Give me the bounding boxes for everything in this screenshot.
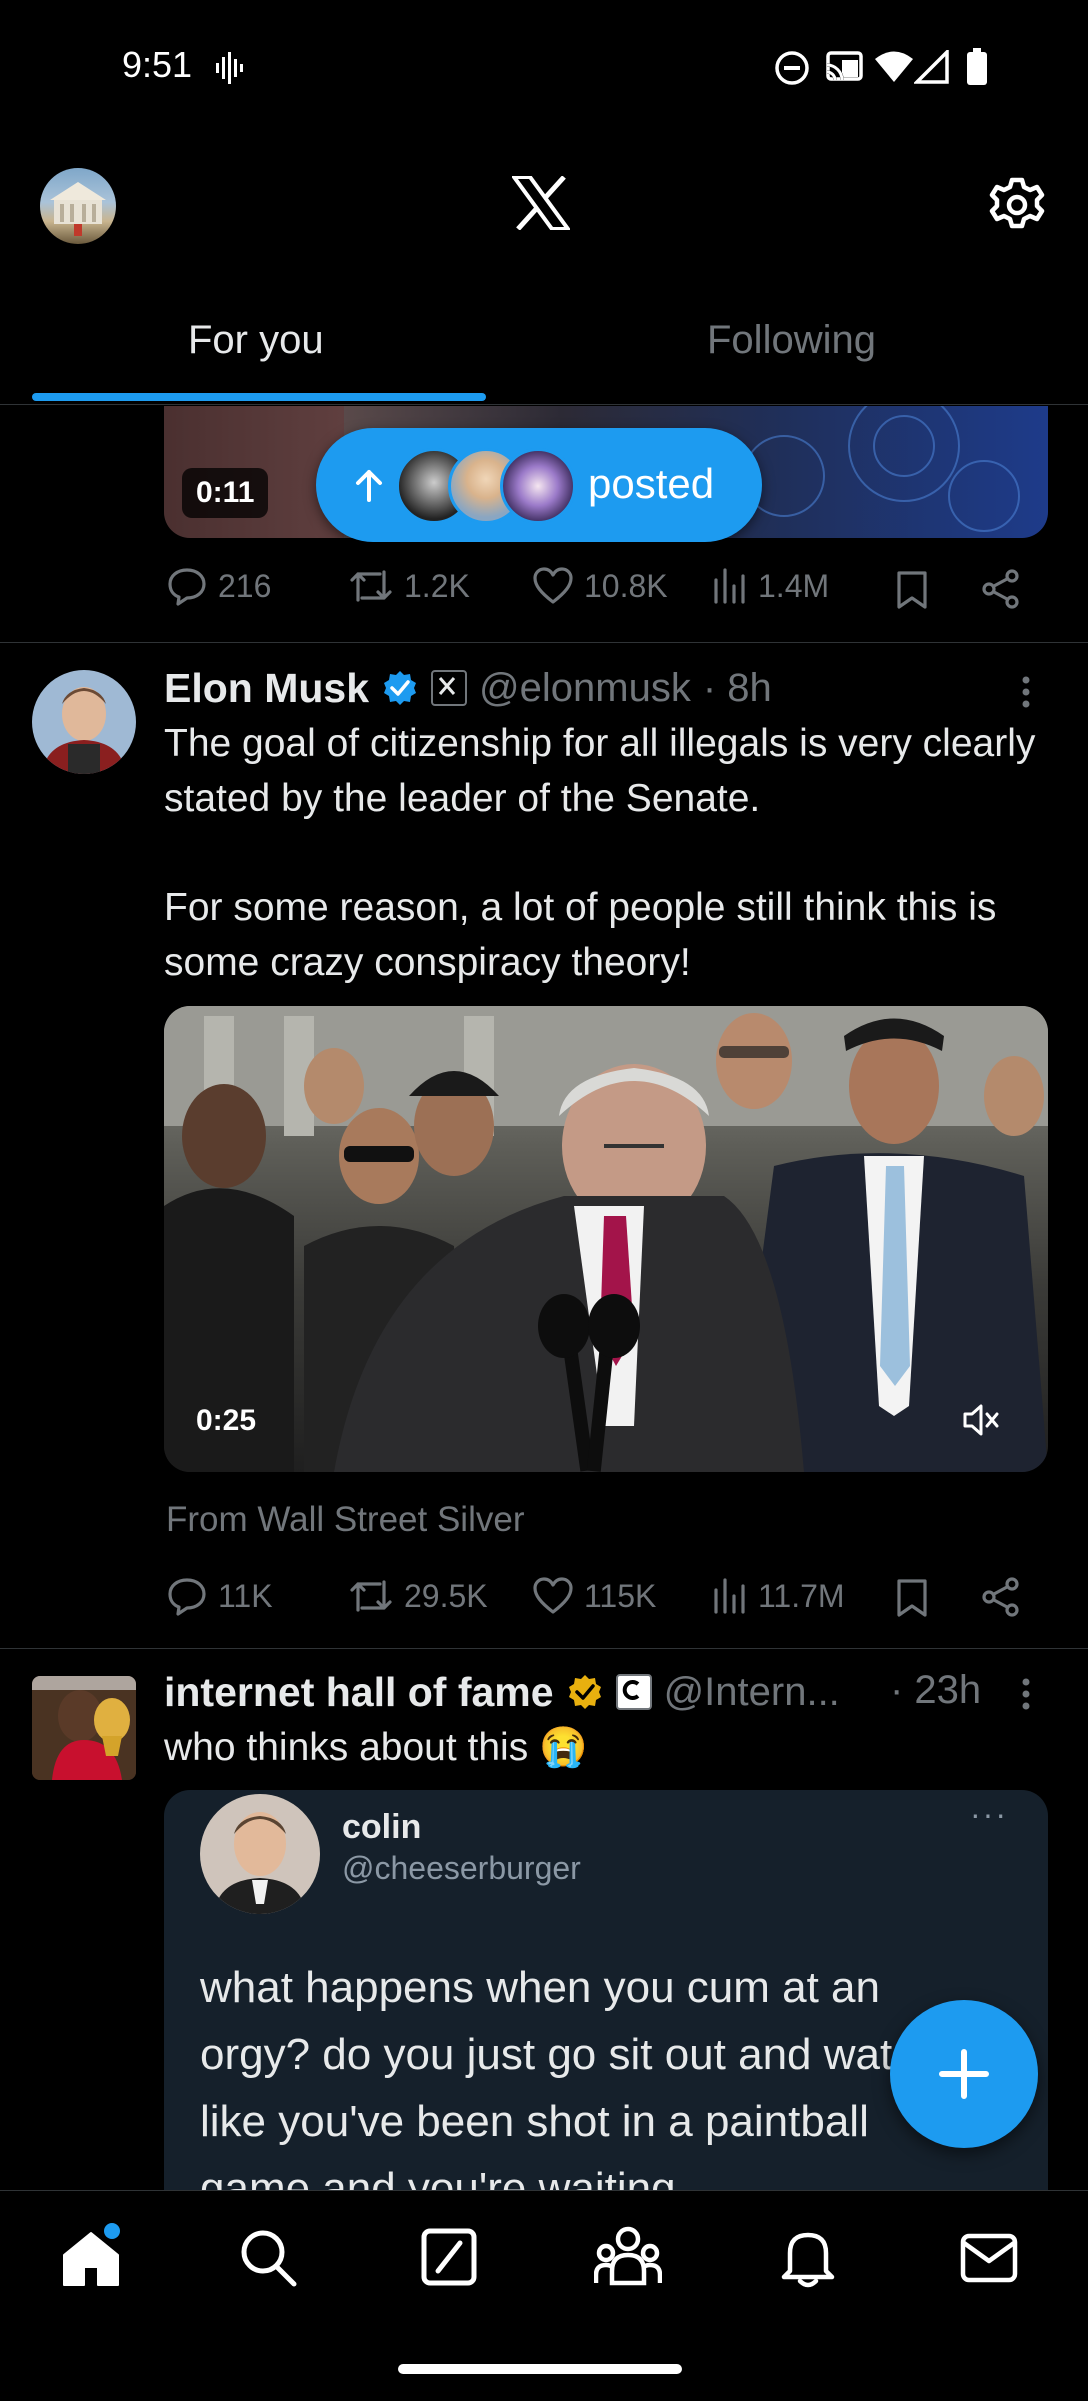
tweet1-share-icon[interactable]	[980, 568, 1022, 610]
views-chart-icon	[714, 1578, 745, 1614]
tweet2-views[interactable]: 11.7M	[712, 1576, 845, 1616]
tweet2-text-paragraph-2: For some reason, a lot of people still t…	[164, 886, 997, 984]
tweet2-bookmark-icon[interactable]	[895, 1578, 929, 1618]
x-affiliate-badge-icon	[431, 670, 468, 706]
heart-icon	[533, 1577, 573, 1614]
tweet1-reply-button[interactable]: 216	[166, 566, 271, 606]
profile-avatar[interactable]	[40, 168, 116, 244]
cell-signal-icon	[914, 50, 950, 84]
tweet2-repost-count: 29.5K	[404, 1577, 488, 1614]
gesture-navigation-handle[interactable]	[398, 2364, 682, 2374]
tweet-divider	[0, 642, 1088, 643]
nav-communities-icon[interactable]	[594, 2225, 662, 2289]
tweet2-video-duration: 0:25	[196, 1404, 257, 1437]
tweet2-reply-button[interactable]: 11K	[166, 1576, 273, 1616]
repost-icon	[350, 1580, 392, 1612]
settings-gear-icon[interactable]	[988, 176, 1046, 234]
home-notification-dot	[104, 2223, 120, 2239]
embed-tweet-text: what happens when you cum at an orgy? do…	[200, 1963, 939, 2190]
tweet1-video-duration: 0:11	[182, 468, 269, 518]
tweet3-avatar[interactable]	[32, 1676, 136, 1780]
tweet3-text: who thinks about this 😭	[164, 1726, 588, 1769]
tweet2-handle[interactable]: @elonmusk	[479, 666, 691, 711]
tweet2-repost-button[interactable]: 29.5K	[348, 1576, 488, 1616]
tweet2-like-button[interactable]: 115K	[532, 1576, 656, 1616]
tweet-divider	[0, 1648, 1088, 1649]
tweet1-view-count: 1.4M	[758, 567, 830, 604]
tweet3-time: · 23h	[890, 1668, 982, 1712]
tweet2-header: Elon Musk @elonmusk · 8h	[164, 660, 772, 716]
tweet1-views[interactable]: 1.4M	[712, 566, 829, 606]
verified-badge-icon	[384, 671, 417, 705]
tweet3-author-name[interactable]: internet hall of fame	[164, 1669, 554, 1716]
tweet2-author-name[interactable]: Elon Musk	[164, 665, 369, 712]
tab-following[interactable]: Following	[707, 318, 876, 363]
tweet3-more-icon[interactable]	[1018, 1676, 1034, 1712]
tweet1-bookmark-icon[interactable]	[895, 570, 929, 610]
posted-label: posted	[588, 460, 715, 507]
embed-avatar	[200, 1794, 320, 1914]
tweet2-time: · 8h	[702, 665, 772, 710]
new-posts-pill[interactable]: posted	[316, 428, 762, 542]
tweet2-reply-count: 11K	[218, 1577, 273, 1614]
tweet2-view-count: 11.7M	[758, 1577, 845, 1614]
tweet1-like-count: 10.8K	[584, 567, 668, 604]
tweet2-source-attribution[interactable]: From Wall Street Silver	[166, 1500, 524, 1540]
do-not-disturb-icon	[774, 50, 810, 86]
tweet2-video[interactable]: 0:25	[164, 1006, 1048, 1472]
wifi-icon	[874, 50, 914, 84]
tweet3-handle[interactable]: @Intern...	[664, 1670, 840, 1715]
tweet2-like-count: 115K	[584, 1577, 657, 1614]
compose-post-button[interactable]	[890, 2000, 1038, 2148]
nav-notifications-icon[interactable]	[780, 2227, 836, 2289]
embed-author-handle: @cheeserburger	[342, 1850, 581, 1886]
repost-icon	[350, 570, 392, 602]
arrow-up-icon	[356, 470, 382, 502]
tweet2-avatar[interactable]	[32, 670, 136, 774]
voice-activity-icon	[214, 50, 244, 86]
posted-avatar-3	[500, 448, 576, 524]
reply-icon	[168, 568, 206, 606]
cast-icon	[824, 50, 864, 84]
tweet3-header: internet hall of fame @Intern...	[164, 1664, 840, 1720]
nav-search-icon[interactable]	[238, 2227, 298, 2289]
tweet2-text-paragraph-1: The goal of citizenship for all illegals…	[164, 722, 1036, 820]
tab-for-you[interactable]: For you	[188, 318, 324, 363]
tweet1-reply-count: 216	[218, 567, 272, 604]
tweet1-repost-button[interactable]: 1.2K	[348, 566, 470, 606]
x-logo-icon	[512, 176, 570, 230]
plus-icon	[939, 2049, 989, 2099]
tabs-divider	[0, 404, 1088, 405]
battery-icon	[966, 48, 988, 86]
affiliate-logo-badge-icon	[615, 1674, 652, 1710]
gold-verified-badge-icon	[568, 1675, 601, 1709]
embed-author-name: colin	[342, 1808, 422, 1846]
nav-grok-icon[interactable]	[420, 2227, 478, 2287]
nav-messages-icon[interactable]	[960, 2233, 1018, 2283]
tweet2-share-icon[interactable]	[980, 1576, 1022, 1618]
nav-home-icon[interactable]	[60, 2223, 122, 2289]
heart-icon	[533, 567, 573, 604]
embed-more-icon: ···	[970, 1796, 1008, 1832]
tweet1-like-button[interactable]: 10.8K	[532, 566, 668, 606]
status-time: 9:51	[122, 44, 193, 85]
tweet1-repost-count: 1.2K	[404, 567, 470, 604]
muted-speaker-icon[interactable]	[962, 1402, 1000, 1438]
active-tab-indicator	[32, 393, 486, 401]
tweet2-more-icon[interactable]	[1018, 674, 1034, 710]
reply-icon	[168, 1578, 206, 1616]
views-chart-icon	[714, 568, 745, 604]
